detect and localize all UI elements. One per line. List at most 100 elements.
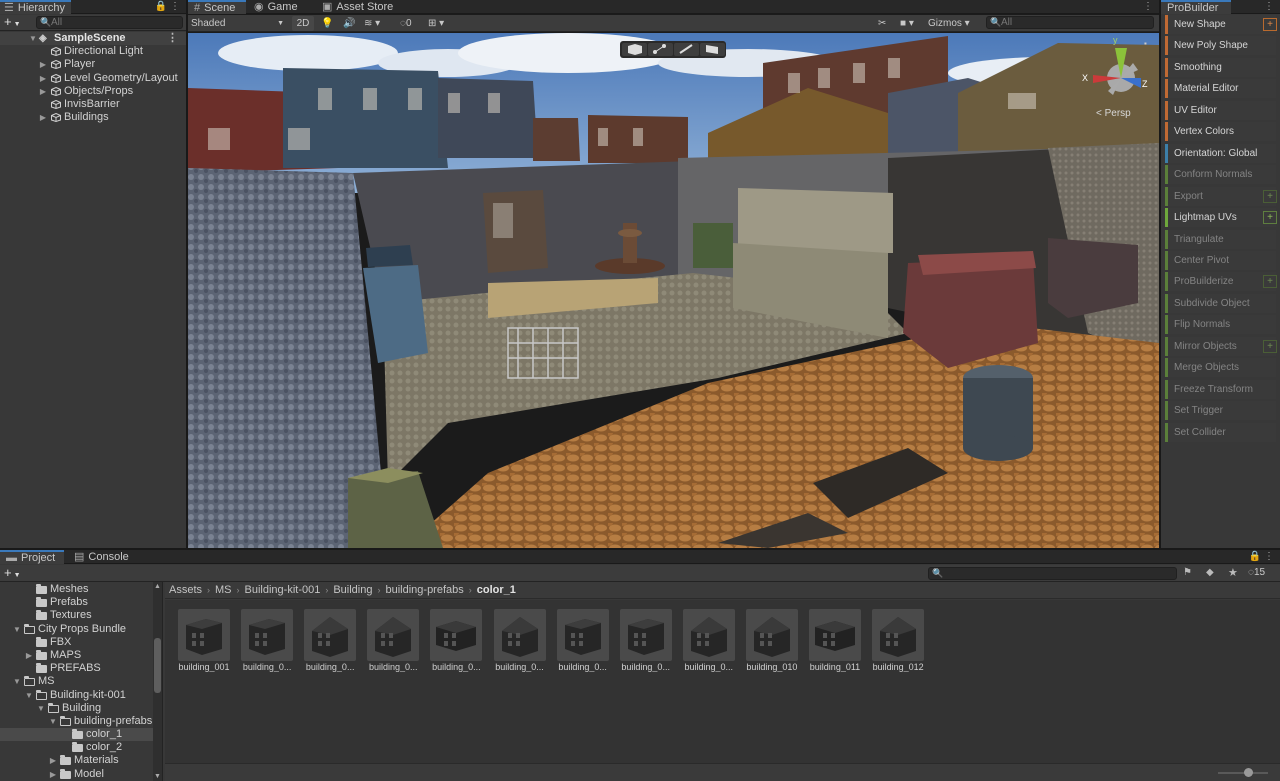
kebab-menu-icon[interactable]: ⋮ [170,1,180,12]
probuilder-button[interactable]: Flip Normals [1165,315,1276,335]
hierarchy-item[interactable]: ▶ Player [0,58,186,71]
asset-thumbnail[interactable] [556,609,609,661]
probuilder-button[interactable]: ProBuilderize + [1165,272,1277,292]
probuilder-button[interactable]: Export + [1165,186,1277,206]
project-folder-item[interactable]: color_2 [0,741,154,754]
breadcrumb-item[interactable]: MS [215,584,232,596]
filter-type-icon[interactable]: ⚑ [1183,567,1192,578]
probuilder-button[interactable]: Orientation: Global [1165,143,1276,163]
tab-scene[interactable]: # Scene [188,0,246,14]
collapse-arrow-icon[interactable]: ▼ [12,623,22,636]
options-plus-icon[interactable]: + [1263,275,1277,289]
probuilder-button[interactable]: Set Collider [1165,422,1276,442]
tree-scrollbar-thumb[interactable] [154,638,161,693]
options-plus-icon[interactable]: + [1263,189,1277,203]
collapse-arrow-icon[interactable]: ▼ [36,702,46,715]
project-folder-item[interactable]: PREFABS [0,662,154,675]
collapse-arrow-icon[interactable]: ▼ [24,689,34,702]
probuilder-button[interactable]: UV Editor [1165,100,1276,120]
project-folder-item[interactable]: ▼ Building-kit-001 [0,689,154,702]
tab-probuilder[interactable]: ProBuilder [1161,0,1231,14]
expand-arrow-icon[interactable]: ▶ [48,754,58,767]
expand-arrow-icon[interactable]: ▶ [48,768,58,781]
lighting-toggle-icon[interactable]: 💡 [321,16,333,31]
expand-arrow-icon[interactable]: ▶ [24,649,34,662]
project-folder-item[interactable]: Meshes [0,583,154,596]
asset-thumbnail[interactable] [872,609,925,661]
options-plus-icon[interactable]: + [1263,18,1277,31]
hierarchy-item[interactable]: ▶ Level Geometry/Layout [0,72,186,85]
project-search-input[interactable]: 🔍 [928,567,1177,580]
asset-thumbnail[interactable] [241,609,294,661]
tab-asset-store[interactable]: ▣ Asset Store [316,0,399,14]
project-folder-item[interactable]: Prefabs [0,596,154,609]
tab-console[interactable]: ▤ Console [68,550,135,564]
scroll-down-arrow-icon[interactable]: ▼ [154,773,161,780]
shading-mode-dropdown[interactable]: Shaded ▼ [191,16,287,31]
project-folder-item[interactable]: Textures [0,609,154,622]
project-folder-item[interactable]: ▼ building-prefabs [0,715,154,728]
scene-menu-icon[interactable]: ⋮ [167,32,178,45]
hidden-packages-toggle[interactable]: ◌15 [1248,567,1265,578]
project-folder-item[interactable]: ▼ City Props Bundle [0,623,154,636]
probuilder-button[interactable]: Center Pivot [1165,250,1276,270]
project-folder-item[interactable]: FBX [0,636,154,649]
asset-thumbnail[interactable] [493,609,546,661]
scroll-up-arrow-icon[interactable]: ▲ [154,583,161,590]
options-plus-icon[interactable]: + [1263,211,1277,225]
expand-arrow-icon[interactable]: ▶ [38,72,48,85]
probuilder-button[interactable]: Merge Objects [1165,358,1276,378]
tree-scrollbar[interactable]: ▲ ▼ [153,582,162,781]
kebab-menu-icon[interactable]: ⋮ [1143,1,1153,12]
project-folder-item[interactable]: ▼ Building [0,702,154,715]
expand-arrow-icon[interactable]: ▼ [28,32,38,45]
hierarchy-item[interactable]: ▶ Buildings [0,111,186,124]
probuilder-button[interactable]: Freeze Transform [1165,379,1276,399]
project-folder-item[interactable]: ▶ MAPS [0,649,154,662]
breadcrumb-item[interactable]: building-prefabs [385,584,463,596]
probuilder-button[interactable]: Material Editor [1165,79,1276,99]
probuilder-button[interactable]: Conform Normals [1165,165,1276,185]
create-button[interactable]: + ▼ [4,15,21,32]
probuilder-button[interactable]: Triangulate [1165,229,1276,249]
effects-dropdown-icon[interactable]: ≋ ▾ [364,16,380,31]
asset-thumbnail[interactable] [809,609,861,661]
kebab-menu-icon[interactable]: ⋮ [1264,1,1274,12]
thumbnail-size-slider[interactable] [1218,768,1268,777]
hidden-objects-toggle[interactable]: ◌0 [400,16,412,31]
breadcrumb-item[interactable]: Building-kit-001 [245,584,321,596]
asset-thumbnail[interactable] [178,609,230,661]
probuilder-button[interactable]: Subdivide Object [1165,293,1276,313]
asset-thumbnail[interactable] [682,609,735,661]
project-folder-item[interactable]: ▶ Materials [0,754,154,767]
collapse-arrow-icon[interactable]: ▼ [48,715,58,728]
scene-search-input[interactable]: 🔍 All [986,16,1154,29]
lock-icon[interactable]: ▪ [1144,39,1147,48]
project-folder-item[interactable]: ▼ MS [0,675,154,688]
probuilder-button[interactable]: New Shape + [1165,15,1277,34]
probuilder-button[interactable]: Vertex Colors [1165,122,1276,142]
hierarchy-item[interactable]: ▶ Objects/Props [0,85,186,98]
kebab-menu-icon[interactable]: ⋮ [1264,551,1274,562]
audio-toggle-icon[interactable]: 🔊 [343,16,355,31]
probuilder-button[interactable]: Lightmap UVs + [1165,208,1277,228]
collapse-arrow-icon[interactable]: ▼ [12,675,22,688]
probuilder-button[interactable]: Mirror Objects + [1165,336,1277,356]
asset-thumbnail[interactable] [745,609,798,661]
options-plus-icon[interactable]: + [1263,339,1277,353]
expand-arrow-icon[interactable]: ▶ [38,111,48,124]
favorite-star-icon[interactable]: ★ [1228,566,1238,579]
scene-viewport[interactable]: y X Z ▪ < Persp [188,33,1159,548]
tab-game[interactable]: ◉ Game [248,0,304,14]
asset-thumbnail[interactable] [430,609,483,661]
slider-handle[interactable] [1244,768,1253,777]
2d-toggle[interactable]: 2D [292,16,314,31]
lock-icon[interactable]: 🔒 [1249,551,1261,562]
hierarchy-item[interactable]: Directional Light [0,45,186,58]
create-asset-button[interactable]: + ▼ [4,566,21,583]
scene-row[interactable]: ▼ ◈ SampleScene ⋮ [0,32,186,46]
project-folder-item[interactable]: ▶ Model [0,768,154,781]
project-folder-item[interactable]: color_1 [0,728,154,742]
probuilder-button[interactable]: Smoothing [1165,57,1276,77]
lock-icon[interactable]: 🔒 [155,1,167,12]
